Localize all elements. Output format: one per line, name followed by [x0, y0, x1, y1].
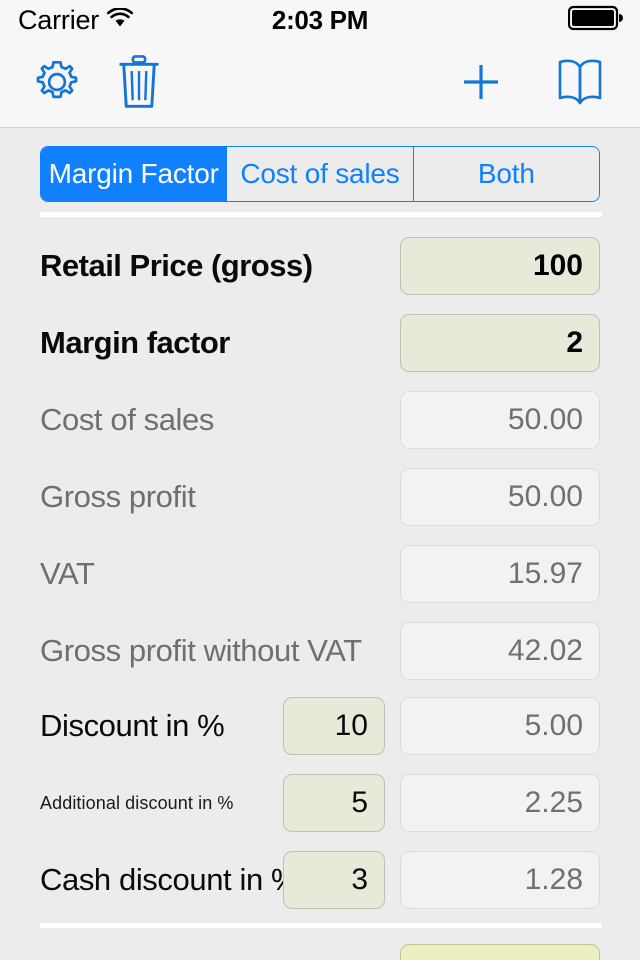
plus-icon	[458, 59, 504, 110]
value-gross-profit: 50.00	[400, 468, 600, 526]
input-discount-percent[interactable]: 10	[283, 697, 385, 755]
status-bar: Carrier 2:03 PM	[0, 0, 640, 40]
delete-button[interactable]	[104, 40, 174, 128]
battery-full-icon	[567, 5, 624, 36]
row-gross-profit-without-vat: Gross profit without VAT 42.02	[0, 622, 640, 680]
row-vat: VAT 15.97	[0, 545, 640, 603]
gear-icon	[30, 55, 84, 114]
clock-label: 2:03 PM	[271, 4, 369, 35]
row-additional-discount: Additional discount in % 5 2.25	[0, 774, 640, 832]
status-bar-right	[567, 5, 624, 36]
value-discount-amount: 5.00	[400, 697, 600, 755]
row-discount: Discount in % 10 5.00	[0, 697, 640, 755]
toolbar	[0, 40, 640, 128]
label-margin-factor: Margin factor	[40, 325, 230, 360]
row-margin-factor: Margin factor 2	[0, 314, 640, 372]
add-button[interactable]	[446, 40, 516, 128]
label-cost-of-sales: Cost of sales	[40, 402, 214, 437]
row-cost-of-sales: Cost of sales 50.00	[0, 391, 640, 449]
row-gross-profit: Gross profit 50.00	[0, 468, 640, 526]
app-root: Carrier 2:03 PM Margin Factor Cost of sa…	[0, 0, 640, 960]
row-cash-discount: Cash discount in % 3 1.28	[0, 851, 640, 909]
book-icon	[551, 56, 609, 113]
settings-button[interactable]	[22, 40, 92, 128]
segment-cost-of-sales[interactable]: Cost of sales	[226, 147, 413, 201]
row-retail-price: Retail Price (gross) 100	[0, 237, 640, 295]
input-partial-highlighted[interactable]	[400, 944, 600, 960]
value-gross-profit-without-vat: 42.02	[400, 622, 600, 680]
input-cash-discount-percent[interactable]: 3	[283, 851, 385, 909]
value-cash-discount-amount: 1.28	[400, 851, 600, 909]
row-partial-below-fold	[0, 944, 640, 960]
label-vat: VAT	[40, 556, 95, 591]
divider-top	[40, 212, 602, 217]
label-gross-profit: Gross profit	[40, 479, 196, 514]
segment-margin-factor[interactable]: Margin Factor	[41, 147, 227, 201]
input-margin-factor[interactable]: 2	[400, 314, 600, 372]
label-discount: Discount in %	[40, 708, 225, 743]
label-retail-price: Retail Price (gross)	[40, 248, 313, 283]
value-additional-discount-amount: 2.25	[400, 774, 600, 832]
value-vat: 15.97	[400, 545, 600, 603]
mode-segmented-control[interactable]: Margin Factor Cost of sales Both	[40, 146, 600, 202]
divider-bottom	[40, 923, 602, 928]
trash-icon	[114, 54, 164, 115]
label-additional-discount: Additional discount in %	[40, 792, 234, 813]
label-cash-discount: Cash discount in %	[40, 862, 299, 897]
book-button[interactable]	[542, 40, 618, 128]
input-additional-discount-percent[interactable]: 5	[283, 774, 385, 832]
segment-both[interactable]: Both	[412, 147, 599, 201]
value-cost-of-sales: 50.00	[400, 391, 600, 449]
label-gross-profit-without-vat: Gross profit without VAT	[40, 633, 362, 668]
input-retail-price[interactable]: 100	[400, 237, 600, 295]
